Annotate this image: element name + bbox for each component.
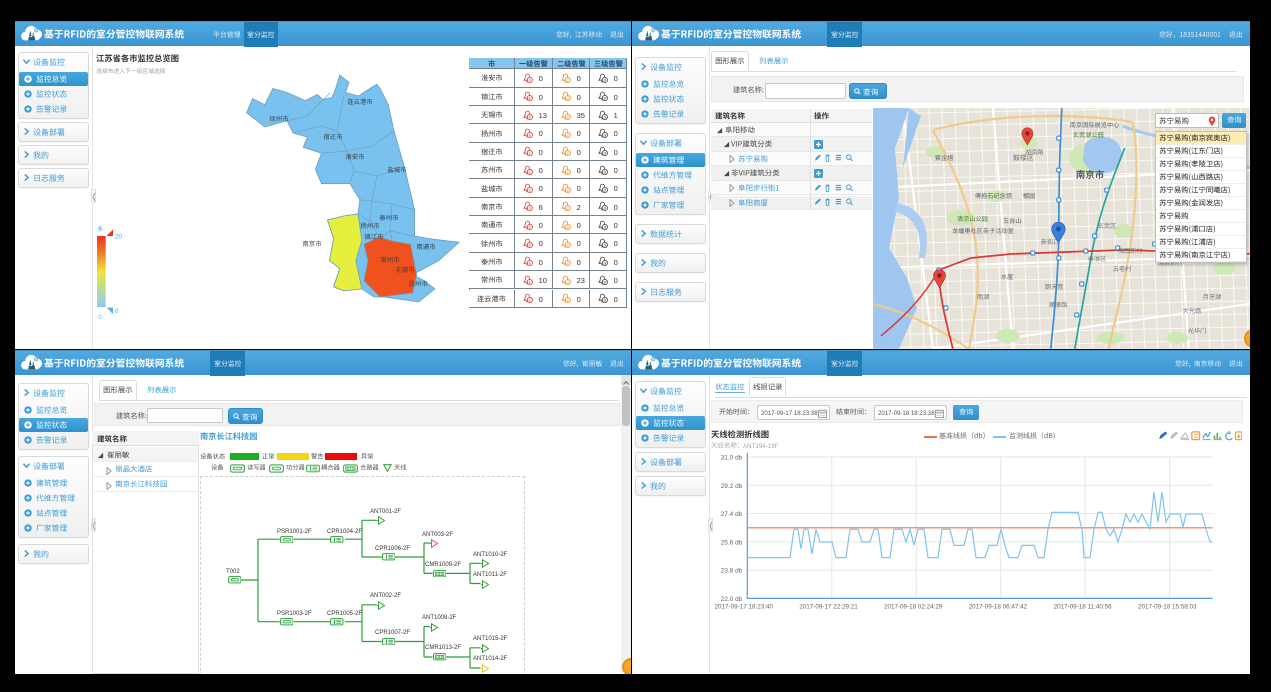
svg-text:25.6 db: 25.6 db <box>721 539 743 546</box>
svg-text:2017-09-18 15:58:03: 2017-09-18 15:58:03 <box>1138 603 1197 610</box>
svg-text:2017-09-18 11:40:56: 2017-09-18 11:40:56 <box>1054 603 1113 610</box>
svg-text:2017-09-17 18:23:40: 2017-09-17 18:23:40 <box>715 603 774 610</box>
svg-text:23.8 db: 23.8 db <box>721 568 743 575</box>
svg-text:22.0 db: 22.0 db <box>721 596 743 603</box>
svg-text:2017-09-18 06:47:42: 2017-09-18 06:47:42 <box>969 603 1028 610</box>
svg-text:27.4 db: 27.4 db <box>721 511 743 518</box>
svg-text:20: 20 <box>115 234 123 241</box>
svg-text:2017-09-17 22:29:21: 2017-09-17 22:29:21 <box>799 603 858 610</box>
svg-text:29.2 db: 29.2 db <box>721 483 743 490</box>
svg-text:0: 0 <box>115 308 119 315</box>
svg-text:31.0 db: 31.0 db <box>721 455 743 462</box>
svg-text:2017-09-18 02:24:29: 2017-09-18 02:24:29 <box>884 603 943 610</box>
